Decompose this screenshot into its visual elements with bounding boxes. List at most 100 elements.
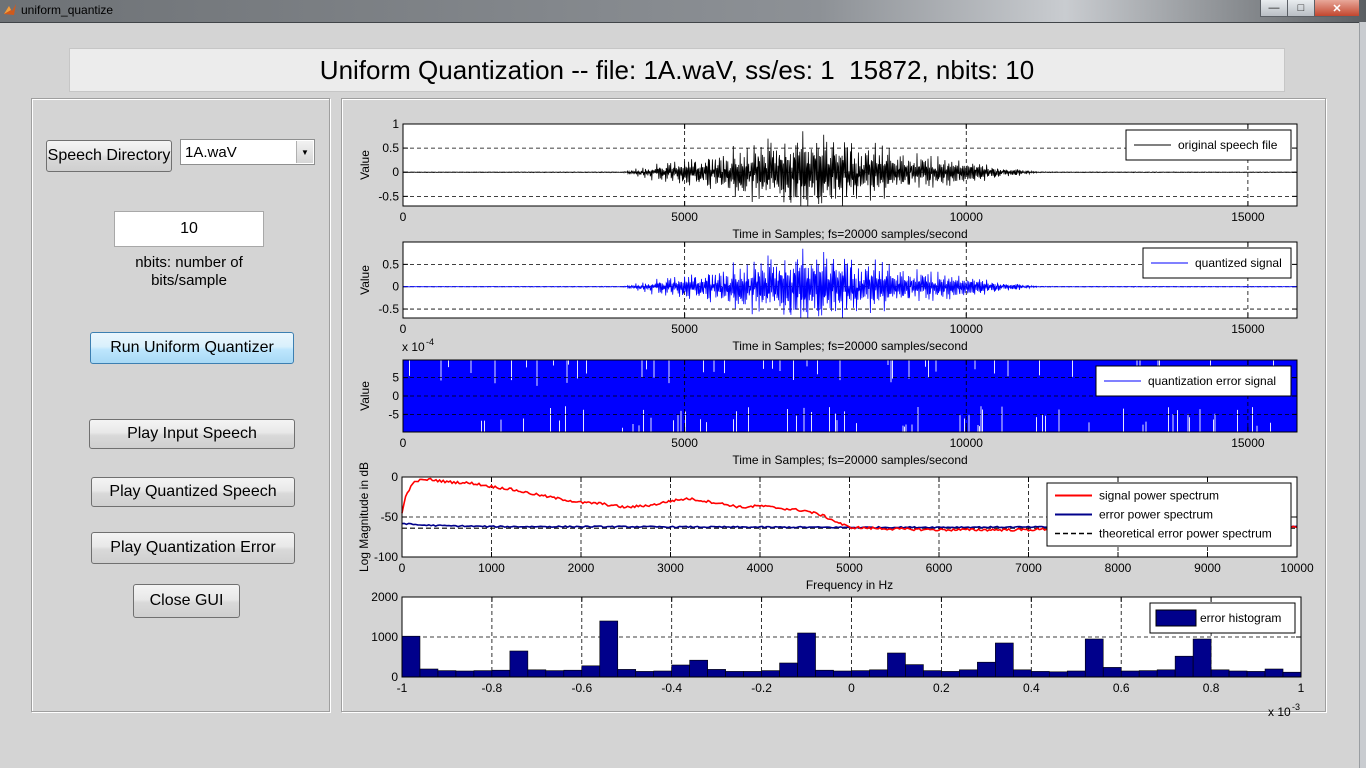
y-tick-label: 0 xyxy=(392,280,399,294)
legend-entry: error histogram xyxy=(1200,611,1281,625)
x-tick-label: 4000 xyxy=(747,561,774,575)
x-tick-label: 10000 xyxy=(950,436,984,450)
histogram-bar xyxy=(707,669,726,678)
x-tick-label: 0.4 xyxy=(1023,681,1040,695)
histogram-bar xyxy=(923,670,942,678)
histogram-bar xyxy=(1264,668,1284,678)
x-tick-label: 15000 xyxy=(1231,210,1265,224)
legend-entry: theoretical error power spectrum xyxy=(1099,527,1272,541)
x-tick-label: 0 xyxy=(400,210,407,224)
legend-swatch xyxy=(1155,609,1197,627)
x-tick-label: 1000 xyxy=(478,561,505,575)
histogram-bar xyxy=(1156,669,1176,678)
x-tick-label: 0 xyxy=(400,322,407,336)
x-tick-label: 10000 xyxy=(1280,561,1314,575)
legend: quantization error signal xyxy=(1095,365,1292,397)
plots-canvas: 0 5000 10000 1500010.50-0.5Time in Samples;… xyxy=(357,117,1314,719)
histogram-bar xyxy=(1066,670,1086,678)
histogram-bar xyxy=(1120,670,1140,678)
x-tick-label: 0.8 xyxy=(1203,681,1220,695)
x-tick-label: 1 xyxy=(1298,681,1305,695)
y-tick-label: 5 xyxy=(392,371,399,385)
y-axis-label: Value xyxy=(358,265,372,295)
x-axis-label: Time in Samples; fs=20000 samples/second xyxy=(732,339,967,353)
histogram-bar xyxy=(761,670,780,678)
histogram-bar xyxy=(401,635,421,678)
histogram-bar xyxy=(851,670,870,678)
histogram-bar xyxy=(743,671,762,678)
histogram-bar xyxy=(1048,671,1068,678)
x-tick-label: 3000 xyxy=(657,561,684,575)
y-tick-label: 0 xyxy=(391,670,398,684)
histogram-bar xyxy=(725,671,744,678)
y-tick-label: -100 xyxy=(374,550,398,564)
histogram-bar xyxy=(1192,638,1212,678)
histogram-bar xyxy=(473,670,493,678)
x-tick-label: 5000 xyxy=(836,561,863,575)
legend-entry: error power spectrum xyxy=(1099,508,1213,522)
histogram-bar xyxy=(995,642,1014,678)
x-scale-label: x 10 xyxy=(1268,705,1291,719)
x-tick-label: -1 xyxy=(397,681,408,695)
legend-entry: signal power spectrum xyxy=(1099,489,1219,503)
histogram-bar xyxy=(1174,655,1194,678)
y-tick-label: 0.5 xyxy=(382,257,399,271)
chart-error: 0 5000 10000 15000 5 0 -5 Time in Samples; fs=2… xyxy=(358,337,1298,467)
histogram-bar xyxy=(653,670,672,678)
chart-original: 0 5000 10000 1500010.50-0.5Time in Samples;… xyxy=(358,117,1298,241)
x-tick-label: 2000 xyxy=(568,561,595,575)
histogram-bar xyxy=(1228,670,1248,678)
y-tick-label: 1000 xyxy=(371,630,398,644)
histogram-bar xyxy=(437,670,457,678)
legend: signal power spectrum error power spectru… xyxy=(1046,482,1292,547)
x-tick-label: 0.2 xyxy=(933,681,950,695)
x-tick-label: 10000 xyxy=(950,210,984,224)
histogram-bar xyxy=(509,650,529,678)
y-tick-label: -5 xyxy=(388,407,399,421)
histogram-bar xyxy=(545,670,565,678)
legend: error histogram xyxy=(1149,602,1296,634)
x-tick-label: -0.6 xyxy=(571,681,592,695)
y-tick-label: -0.5 xyxy=(378,189,399,203)
histogram-bar xyxy=(635,671,655,678)
histogram-bar xyxy=(959,669,978,678)
y-tick-label: -50 xyxy=(381,510,399,524)
x-tick-label: 5000 xyxy=(671,322,698,336)
x-tick-label: 5000 xyxy=(671,436,698,450)
histogram-bar xyxy=(905,664,924,678)
x-tick-label: -0.2 xyxy=(751,681,772,695)
y-tick-label: 2000 xyxy=(371,590,398,604)
x-tick-label: 10000 xyxy=(950,322,984,336)
x-tick-label: 0.6 xyxy=(1113,681,1130,695)
histogram-bar xyxy=(491,669,511,678)
histogram-bar xyxy=(581,665,601,678)
histogram-bar xyxy=(1013,669,1032,678)
x-tick-label: 15000 xyxy=(1231,436,1265,450)
histogram-bar xyxy=(455,670,475,678)
y-tick-label: 0 xyxy=(392,165,399,179)
y-tick-label: -0.5 xyxy=(378,302,399,316)
histogram-bar xyxy=(779,662,798,678)
histogram-bar xyxy=(563,669,583,678)
legend: quantized signal xyxy=(1142,247,1292,279)
y-tick-label: 1 xyxy=(392,117,399,131)
y-axis-label: Value xyxy=(358,150,372,180)
y-tick-label: 0.5 xyxy=(382,141,399,155)
histogram-bar xyxy=(599,620,619,678)
histogram-bar xyxy=(941,671,960,678)
chart-quantized: 0 5000 10000 150000.50-0.5Time in Samples; … xyxy=(358,241,1298,353)
y-scale-label: x 10 xyxy=(402,340,425,354)
x-tick-label: 6000 xyxy=(926,561,953,575)
legend: original speech file xyxy=(1125,129,1292,161)
histogram-bar xyxy=(1138,670,1158,678)
histogram-bar xyxy=(869,669,888,678)
x-axis-label: Frequency in Hz xyxy=(806,578,893,592)
x-axis-label: Time in Samples; fs=20000 samples/second xyxy=(732,453,967,467)
histogram-bar xyxy=(1084,638,1104,678)
x-tick-label: -0.8 xyxy=(482,681,503,695)
x-axis-label: Time in Samples; fs=20000 samples/second xyxy=(732,227,967,241)
x-tick-label: 15000 xyxy=(1231,322,1265,336)
histogram-bar xyxy=(671,664,690,678)
y-scale-exponent: -4 xyxy=(426,337,434,347)
x-tick-label: 0 xyxy=(399,561,406,575)
